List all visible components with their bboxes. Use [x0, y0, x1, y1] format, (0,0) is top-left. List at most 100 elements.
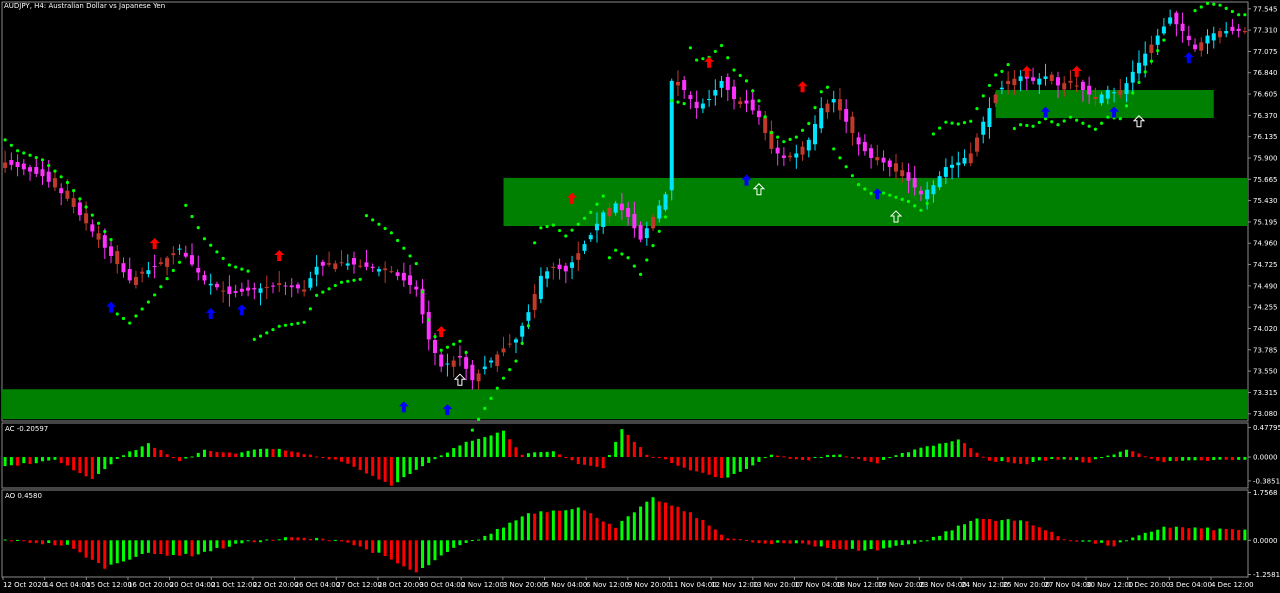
candle-body	[1043, 76, 1048, 80]
candle-body	[1037, 78, 1042, 85]
ac-bar	[707, 457, 711, 475]
price-tick-label: 77.310	[1253, 27, 1278, 35]
ao-tick-label: 1.7568	[1253, 489, 1278, 497]
sar-dot	[140, 307, 144, 311]
time-tick-label: 13 Nov 20:00	[753, 581, 800, 589]
ao-bar	[1168, 527, 1172, 541]
ac-bar	[1131, 451, 1135, 458]
ac-bar	[439, 455, 443, 458]
candle-body	[345, 263, 350, 266]
candle-body	[588, 235, 593, 240]
sar-dot	[1199, 5, 1203, 9]
time-tick-label: 2 Nov 12:00	[461, 581, 504, 589]
ao-bar	[146, 540, 150, 553]
ac-bar	[302, 454, 306, 458]
ac-bar	[452, 448, 456, 458]
sar-dot	[327, 287, 331, 291]
ao-bar	[246, 540, 250, 542]
sar-dot	[514, 359, 518, 363]
ao-bar	[109, 540, 113, 565]
ao-bar	[645, 501, 649, 541]
ac-bar	[103, 457, 107, 470]
ao-bar	[1237, 529, 1241, 541]
ao-bar	[34, 540, 38, 544]
sar-dot	[638, 272, 643, 276]
candle-body	[912, 178, 917, 188]
sar-dot	[109, 238, 113, 242]
ao-bar	[421, 540, 425, 568]
sar-dot	[626, 256, 630, 260]
sar-dot	[1193, 9, 1197, 13]
candle-body	[28, 167, 33, 172]
candle-body	[962, 157, 967, 164]
candle-body	[283, 285, 288, 287]
ao-bar	[184, 540, 188, 554]
time-tick-label: 6 Nov 12:00	[586, 581, 629, 589]
ac-bar	[670, 457, 674, 464]
ao-bar	[47, 540, 51, 544]
sar-dot	[900, 197, 904, 202]
sar-dot	[196, 225, 200, 230]
ac-bar	[969, 448, 973, 458]
ac-bar	[389, 457, 393, 486]
candle-body	[1174, 12, 1179, 25]
ao-bar	[277, 539, 281, 541]
time-tick-label: 24 Nov 12:00	[961, 581, 1008, 589]
candle-body	[532, 294, 537, 310]
candle-body	[445, 363, 450, 365]
candle-body	[277, 283, 282, 285]
price-tick-label: 73.785	[1253, 346, 1278, 354]
ao-bar	[944, 531, 948, 541]
ac-header: AC -0.20597	[5, 425, 48, 433]
trading-chart[interactable]: 77.545 77.310 77.075 76.840 76.605 76.370 76.1…	[0, 0, 1280, 593]
buy-arrow-icon	[1183, 52, 1194, 64]
candle-body	[513, 339, 518, 343]
price-tick-label: 74.490	[1253, 282, 1278, 290]
ac-bar	[732, 457, 736, 474]
sar-dot	[290, 322, 294, 326]
time-tick-label: 23 Nov 04:00	[919, 581, 966, 589]
ac-bar	[421, 457, 425, 467]
candle-body	[1018, 76, 1023, 81]
candle-body	[351, 258, 356, 265]
sar-dot	[1237, 13, 1241, 17]
ao-bar	[1050, 531, 1054, 541]
sar-dot	[526, 324, 531, 328]
time-tick-label: 28 Oct 20:00	[378, 581, 424, 589]
sar-dot	[701, 57, 705, 61]
candle-body	[1242, 31, 1247, 33]
ao-bar	[900, 540, 904, 546]
sar-dot	[265, 331, 269, 335]
sar-dot	[115, 312, 119, 316]
ac-bar	[1093, 457, 1097, 460]
ac-bar	[1050, 457, 1054, 460]
candle-body	[308, 278, 313, 288]
sar-dot	[863, 187, 867, 191]
sar-dot	[844, 165, 848, 169]
ac-bar	[801, 457, 805, 460]
candle-body	[619, 203, 624, 211]
ac-bar	[1081, 457, 1085, 463]
sar-dot	[975, 106, 979, 111]
ao-bar	[1181, 527, 1185, 541]
ao-bar	[533, 513, 537, 541]
ac-bar	[40, 457, 44, 462]
ac-bar	[277, 448, 281, 458]
ac-bar	[938, 443, 942, 458]
candle-body	[869, 148, 874, 158]
sar-dot	[34, 155, 38, 160]
candle-body	[719, 80, 724, 88]
ac-bar	[227, 452, 231, 458]
candle-body	[1087, 85, 1092, 95]
candle-body	[1193, 44, 1198, 50]
ac-bar	[776, 455, 780, 458]
ao-bar	[321, 538, 325, 541]
candle-body	[46, 171, 51, 182]
candle-body	[115, 251, 120, 265]
sar-dot	[1243, 13, 1247, 17]
candle-body	[756, 110, 761, 118]
ac-bar	[863, 457, 867, 461]
ac-bar	[483, 437, 487, 458]
ao-bar	[59, 540, 63, 546]
candle-body	[1168, 17, 1173, 24]
